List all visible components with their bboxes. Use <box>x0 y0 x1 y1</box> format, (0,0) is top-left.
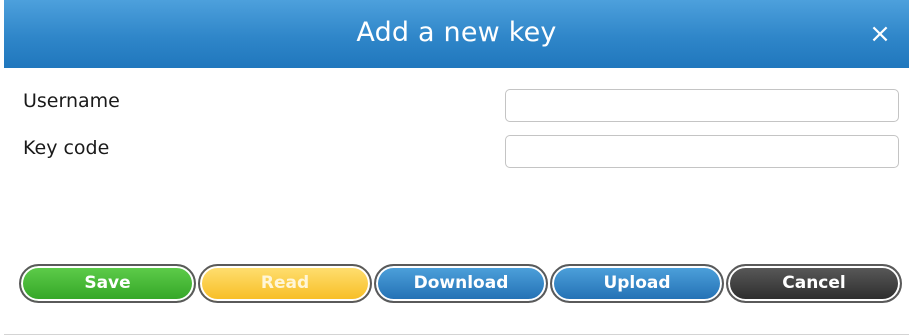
cancel-button[interactable]: Cancel <box>726 264 902 303</box>
username-input[interactable] <box>505 89 899 122</box>
username-label: Username <box>23 90 120 112</box>
dialog-title: Add a new key <box>356 17 557 48</box>
read-button[interactable]: Read <box>198 264 372 303</box>
key-code-label: Key code <box>23 137 110 159</box>
close-icon[interactable]: × <box>865 19 895 49</box>
save-button[interactable]: Save <box>19 264 196 303</box>
upload-button[interactable]: Upload <box>550 264 724 303</box>
add-key-dialog: Add a new key × Username Key code Save R… <box>0 0 909 335</box>
download-button[interactable]: Download <box>374 264 548 303</box>
dialog-header: Add a new key × <box>4 0 909 68</box>
key-code-input[interactable] <box>505 135 899 168</box>
